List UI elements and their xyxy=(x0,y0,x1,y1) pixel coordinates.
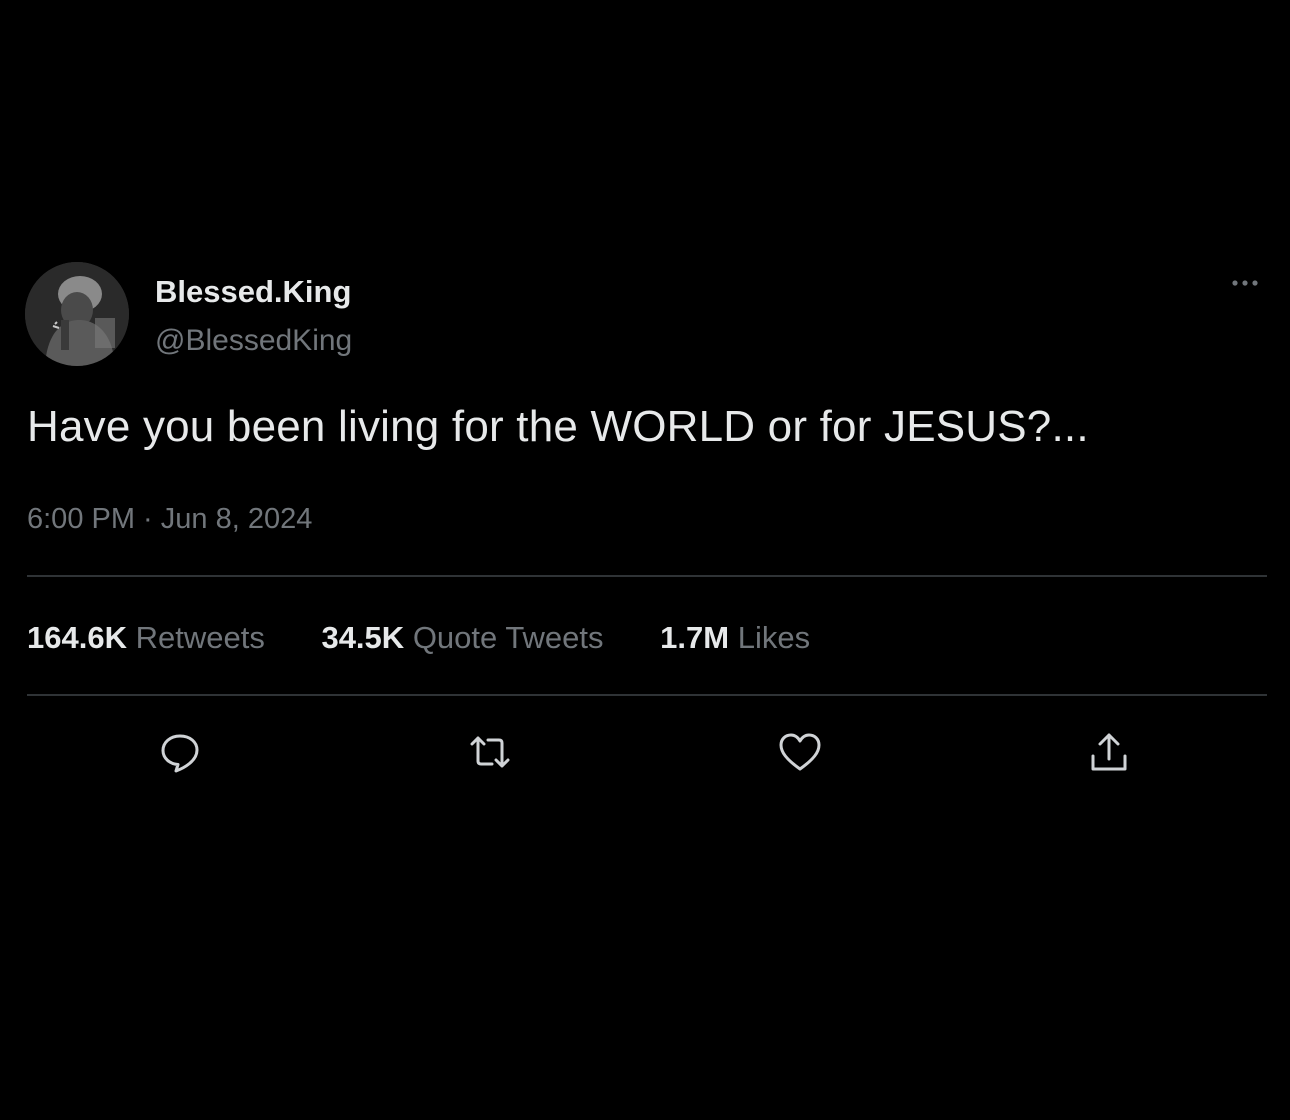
likes-stat[interactable]: 1.7M Likes xyxy=(660,620,810,656)
retweet-arrows-icon xyxy=(470,736,510,768)
retweets-label: Retweets xyxy=(135,620,265,655)
divider xyxy=(27,694,1267,696)
likes-count: 1.7M xyxy=(660,620,730,655)
retweets-stat[interactable]: 164.6K Retweets xyxy=(27,620,265,656)
user-handle[interactable]: @BlessedKing xyxy=(155,324,352,358)
retweet-button[interactable] xyxy=(466,728,514,776)
tweet-card: Blessed.King @BlessedKing Have you been … xyxy=(0,0,1290,1120)
engagement-stats: 164.6K Retweets 34.5K Quote Tweets 1.7M … xyxy=(27,620,810,656)
more-dots-icon[interactable] xyxy=(1222,270,1268,300)
heart-icon xyxy=(779,733,821,771)
share-button[interactable] xyxy=(1085,728,1133,776)
tweet-text: Have you been living for the WORLD or fo… xyxy=(27,402,1089,451)
avatar-image-icon xyxy=(25,262,129,366)
speech-bubble-icon xyxy=(161,734,199,773)
display-name[interactable]: Blessed.King xyxy=(155,274,351,310)
divider xyxy=(27,575,1267,577)
avatar[interactable] xyxy=(25,262,129,366)
share-upload-icon xyxy=(1091,733,1127,771)
retweets-count: 164.6K xyxy=(27,620,127,655)
reply-button[interactable] xyxy=(156,728,204,776)
quote-tweets-stat[interactable]: 34.5K Quote Tweets xyxy=(321,620,603,656)
quote-tweets-label: Quote Tweets xyxy=(412,620,604,655)
quote-tweets-count: 34.5K xyxy=(321,620,405,655)
tweet-timestamp[interactable]: 6:00 PM · Jun 8, 2024 xyxy=(27,503,312,536)
like-button[interactable] xyxy=(776,728,824,776)
likes-label: Likes xyxy=(737,620,811,655)
